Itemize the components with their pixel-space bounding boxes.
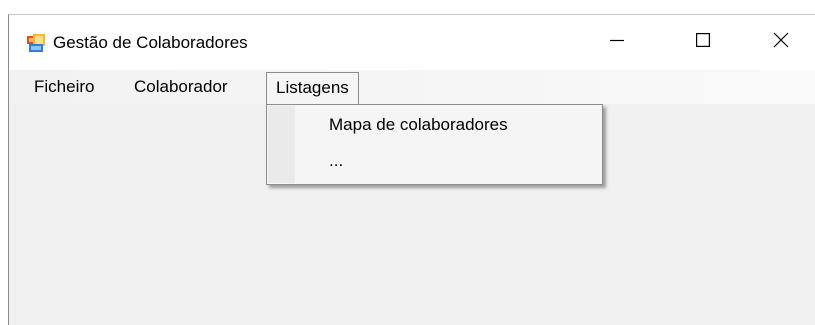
menu-item-mapa-de-colaboradores[interactable]: Mapa de colaboradores xyxy=(299,108,599,142)
maximize-button[interactable] xyxy=(668,15,738,70)
menu-ficheiro[interactable]: Ficheiro xyxy=(25,70,103,103)
menu-colaborador[interactable]: Colaborador xyxy=(125,70,237,103)
menu-item-ellipsis[interactable]: ... xyxy=(299,144,599,178)
dropdown-image-margin xyxy=(268,106,295,183)
close-button[interactable] xyxy=(746,15,815,70)
maximize-icon xyxy=(696,33,711,52)
title-bar[interactable]: Gestão de Colaboradores xyxy=(9,15,815,70)
minimize-button[interactable] xyxy=(582,15,652,70)
menu-bar: Ficheiro Colaborador Listagens xyxy=(9,70,815,104)
menu-listagens[interactable]: Listagens xyxy=(266,72,359,104)
app-window: Gestão de Colaboradores Ficheiro Colabor… xyxy=(8,14,815,325)
app-window-icon xyxy=(27,34,45,52)
minimize-icon xyxy=(610,33,624,52)
listagens-dropdown-menu: Mapa de colaboradores ... xyxy=(266,104,603,185)
close-icon xyxy=(773,32,789,53)
window-title: Gestão de Colaboradores xyxy=(53,33,248,52)
